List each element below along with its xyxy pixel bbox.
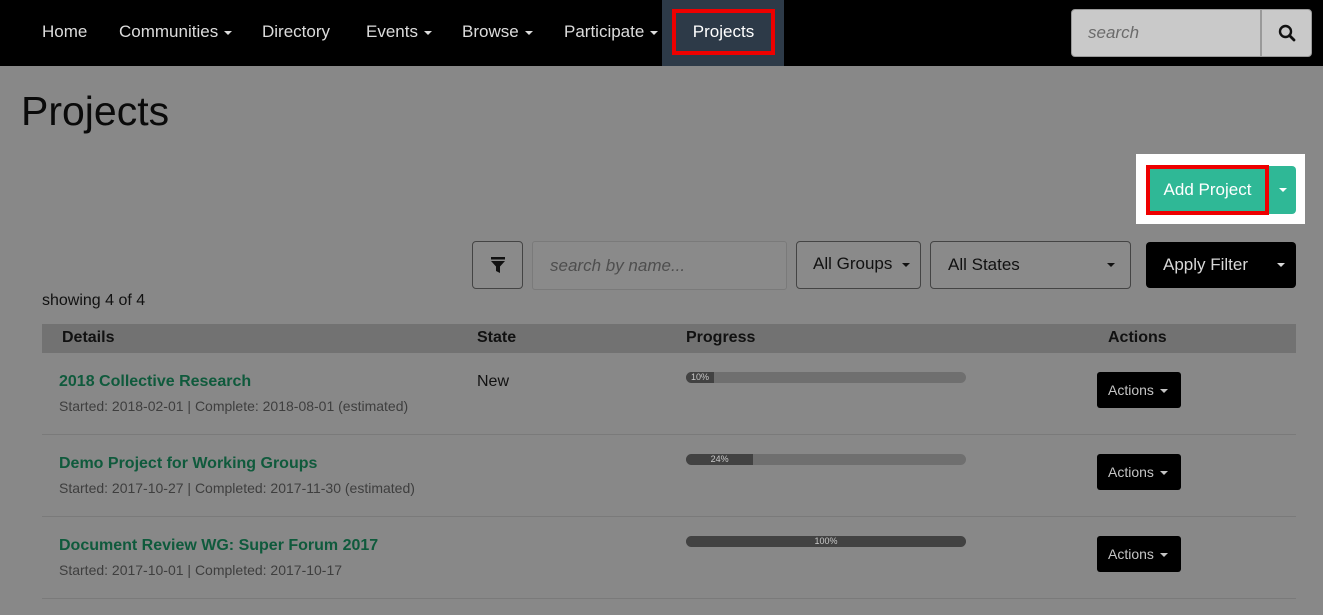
caret-down-icon	[650, 30, 659, 35]
column-header-progress: Progress	[686, 329, 756, 346]
nav-item-label: Communities	[119, 22, 219, 41]
project-title-link[interactable]: Demo Project for Working Groups	[59, 455, 317, 473]
caret-down-icon	[423, 30, 432, 35]
column-header-state: State	[477, 329, 517, 346]
table-row: Demo Project for Working Groups Started:…	[42, 435, 1296, 517]
project-dates: Started: 2018-02-01 | Complete: 2018-08-…	[59, 398, 409, 414]
nav-item-home[interactable]: Home	[42, 0, 87, 66]
table-row: Document Review WG: Super Forum 2017 Sta…	[42, 517, 1296, 599]
caret-down-icon	[1159, 471, 1168, 476]
name-search-field	[532, 241, 787, 290]
caret-down-icon	[1159, 553, 1168, 558]
project-title-link[interactable]: 2018 Collective Research	[59, 373, 251, 391]
caret-down-icon	[224, 30, 233, 35]
project-state: New	[477, 373, 510, 390]
search-icon	[1278, 24, 1295, 42]
column-header-actions: Actions	[1108, 329, 1167, 346]
actions-button[interactable]: Actions	[1097, 536, 1181, 572]
actions-button-label: Actions	[1108, 546, 1154, 562]
table-row: 2018 Collective Research Started: 2018-0…	[42, 353, 1296, 435]
progress-label: 100%	[814, 536, 838, 546]
progress-bar: 24%	[686, 454, 966, 465]
filter-icon	[490, 257, 505, 273]
filter-toggle-button[interactable]	[472, 241, 523, 289]
caret-down-icon	[1278, 188, 1287, 192]
nav-search-button[interactable]	[1261, 9, 1312, 57]
nav-search-box	[1071, 9, 1261, 57]
nav-item-label: Home	[42, 22, 88, 41]
add-project-button[interactable]: Add Project	[1146, 165, 1269, 215]
caret-down-icon	[902, 262, 911, 267]
caret-down-icon	[524, 30, 533, 35]
column-header-details: Details	[62, 329, 115, 346]
states-select-value: All States	[948, 255, 1020, 274]
caret-down-icon	[1277, 263, 1285, 267]
progress-label: 24%	[710, 454, 729, 464]
top-navbar: Home Communities Directory Events Browse…	[0, 0, 1323, 66]
nav-item-participate[interactable]: Participate	[564, 0, 659, 66]
apply-filter-dropdown-toggle[interactable]	[1266, 242, 1296, 288]
nav-item-browse[interactable]: Browse	[462, 0, 533, 66]
actions-button[interactable]: Actions	[1097, 454, 1181, 490]
groups-select[interactable]: All Groups	[796, 241, 921, 289]
nav-item-projects[interactable]: Projects	[672, 9, 775, 55]
caret-down-icon	[1107, 263, 1115, 267]
actions-button-label: Actions	[1108, 464, 1154, 480]
project-dates: Started: 2017-10-27 | Completed: 2017-11…	[59, 480, 415, 496]
add-project-dropdown-toggle[interactable]	[1269, 166, 1296, 214]
progress-label: 10%	[690, 372, 709, 382]
nav-item-label: Events	[366, 22, 418, 41]
page-title: Projects	[21, 88, 170, 134]
results-count: showing 4 of 4	[42, 292, 146, 309]
table-header: Details State Progress Actions	[42, 324, 1296, 353]
progress-bar: 10%	[686, 372, 966, 383]
progress-bar: 100%	[686, 536, 966, 547]
actions-button[interactable]: Actions	[1097, 372, 1181, 408]
nav-item-label: Directory	[262, 22, 331, 41]
groups-select-value: All Groups	[813, 254, 893, 273]
nav-item-events[interactable]: Events	[366, 0, 432, 66]
name-search-input[interactable]	[533, 242, 786, 289]
apply-filter-button[interactable]: Apply Filter	[1146, 242, 1266, 288]
states-select[interactable]: All States	[930, 241, 1131, 289]
project-dates: Started: 2017-10-01 | Completed: 2017-10…	[59, 562, 343, 578]
caret-down-icon	[1159, 389, 1168, 394]
nav-item-label: Participate	[564, 22, 645, 41]
nav-item-communities[interactable]: Communities	[119, 0, 233, 66]
nav-item-label: Browse	[462, 22, 519, 41]
nav-item-directory[interactable]: Directory	[262, 0, 330, 66]
actions-button-label: Actions	[1108, 382, 1154, 398]
project-title-link[interactable]: Document Review WG: Super Forum 2017	[59, 537, 378, 555]
nav-search-input[interactable]	[1072, 10, 1260, 56]
